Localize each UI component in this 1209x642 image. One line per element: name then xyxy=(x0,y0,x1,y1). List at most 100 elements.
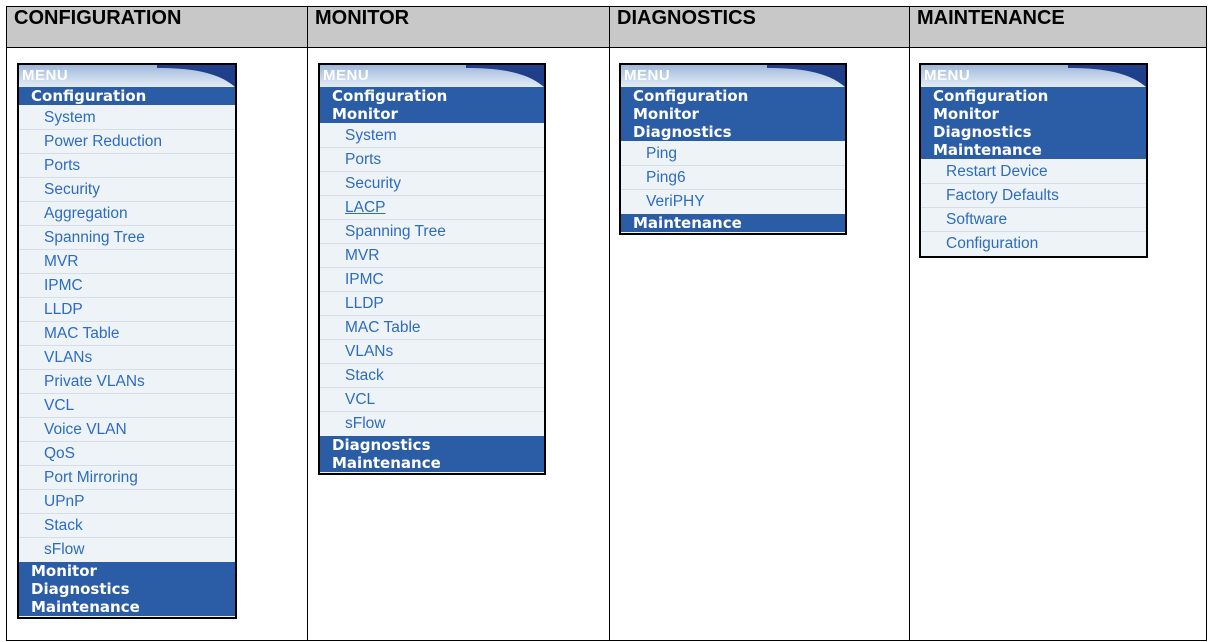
menu-item-label: Security xyxy=(345,175,401,192)
menu-item-security[interactable]: Security xyxy=(320,172,544,196)
menu-item-mvr[interactable]: MVR xyxy=(320,244,544,268)
menu-item-ipmc[interactable]: IPMC xyxy=(19,274,235,298)
menu-section-diagnostics[interactable]: Diagnostics xyxy=(320,436,544,454)
menu-item-label: Stack xyxy=(345,367,384,384)
menu-item-mac-table[interactable]: MAC Table xyxy=(19,322,235,346)
menu-item-label: VLANs xyxy=(44,349,93,366)
menu-section-monitor[interactable]: Monitor xyxy=(621,105,845,123)
menu-item-upnp[interactable]: UPnP xyxy=(19,490,235,514)
menu-item-private-vlans[interactable]: Private VLANs xyxy=(19,370,235,394)
menu-item-veriphy[interactable]: VeriPHY xyxy=(621,190,845,214)
menu-item-label: Spanning Tree xyxy=(44,229,145,246)
menu-item-label: System xyxy=(44,109,96,126)
menu-item-label: Ports xyxy=(345,151,382,168)
column-header-diagnostics: DIAGNOSTICS xyxy=(609,6,910,48)
menu-item-lacp[interactable]: LACP xyxy=(320,196,544,220)
menu-section-diagnostics[interactable]: Diagnostics xyxy=(921,123,1146,141)
menu-item-factory-defaults[interactable]: Factory Defaults xyxy=(921,184,1146,208)
menu-item-label: Ports xyxy=(44,157,81,174)
menu-section-configuration[interactable]: Configuration xyxy=(621,87,845,105)
column-header-monitor: MONITOR xyxy=(307,6,610,48)
menu-section-group: Configuration Monitor Diagnostics xyxy=(621,87,845,142)
menu-item-mac-table[interactable]: MAC Table xyxy=(320,316,544,340)
menu-section-group: Configuration Monitor xyxy=(320,87,544,124)
menu-panel-maintenance: MENU Configuration Monitor Diagnostics Maint… xyxy=(919,63,1148,258)
menu-item-label: MVR xyxy=(44,253,79,270)
menu-item-spanning-tree[interactable]: Spanning Tree xyxy=(320,220,544,244)
menu-section-diagnostics[interactable]: Diagnostics xyxy=(19,580,235,598)
menu-title: MENU xyxy=(924,67,971,84)
menu-item-label: Private VLANs xyxy=(44,373,145,390)
menu-header: MENU xyxy=(19,65,235,87)
menu-section-monitor[interactable]: Monitor xyxy=(19,562,235,580)
menu-item-label: LLDP xyxy=(345,295,384,312)
menu-item-vlans[interactable]: VLANs xyxy=(320,340,544,364)
menu-item-stack[interactable]: Stack xyxy=(320,364,544,388)
menu-item-vcl[interactable]: VCL xyxy=(320,388,544,412)
menu-item-label: sFlow xyxy=(44,541,85,558)
menu-item-ipmc[interactable]: IPMC xyxy=(320,268,544,292)
menu-item-label: Ping xyxy=(646,145,678,162)
menu-item-ping[interactable]: Ping xyxy=(621,142,845,166)
menu-section-configuration[interactable]: Configuration xyxy=(19,87,235,105)
menu-item-mvr[interactable]: MVR xyxy=(19,250,235,274)
menu-header: MENU xyxy=(921,65,1146,87)
menu-item-configuration[interactable]: Configuration xyxy=(921,232,1146,256)
menu-section-diagnostics[interactable]: Diagnostics xyxy=(621,123,845,141)
menu-section-configuration[interactable]: Configuration xyxy=(320,87,544,105)
menu-flap-icon xyxy=(157,65,235,87)
menu-title: MENU xyxy=(323,67,370,84)
menu-section-maintenance[interactable]: Maintenance xyxy=(921,141,1146,159)
menu-item-security[interactable]: Security xyxy=(19,178,235,202)
menu-section-monitor[interactable]: Monitor xyxy=(320,105,544,123)
menu-panel-monitor: MENU Configuration Monitor System Ports Secur… xyxy=(318,63,546,475)
menu-item-spanning-tree[interactable]: Spanning Tree xyxy=(19,226,235,250)
menu-item-label: IPMC xyxy=(345,271,384,288)
menu-item-ports[interactable]: Ports xyxy=(320,148,544,172)
menu-item-system[interactable]: System xyxy=(19,106,235,130)
menu-section-configuration[interactable]: Configuration xyxy=(921,87,1146,105)
menu-panel-diagnostics: MENU Configuration Monitor Diagnostics Ping P… xyxy=(619,63,847,235)
menu-item-label: IPMC xyxy=(44,277,83,294)
menu-item-voice-vlan[interactable]: Voice VLAN xyxy=(19,418,235,442)
menu-item-vcl[interactable]: VCL xyxy=(19,394,235,418)
menu-item-label: System xyxy=(345,127,397,144)
menu-item-label: Power Reduction xyxy=(44,133,163,150)
column-header-maintenance: MAINTENANCE xyxy=(909,6,1207,48)
menu-item-label: Stack xyxy=(44,517,83,534)
menu-item-label: VLANs xyxy=(345,343,394,360)
menu-section-monitor[interactable]: Monitor xyxy=(921,105,1146,123)
menu-item-stack[interactable]: Stack xyxy=(19,514,235,538)
menu-item-label: Spanning Tree xyxy=(345,223,446,240)
menu-item-vlans[interactable]: VLANs xyxy=(19,346,235,370)
menu-flap-icon xyxy=(466,65,544,87)
menu-item-label: Restart Device xyxy=(946,163,1048,180)
menu-item-lldp[interactable]: LLDP xyxy=(320,292,544,316)
menu-item-lldp[interactable]: LLDP xyxy=(19,298,235,322)
menu-item-label: LLDP xyxy=(44,301,83,318)
column-header-configuration: CONFIGURATION xyxy=(6,6,308,48)
menu-item-aggregation[interactable]: Aggregation xyxy=(19,202,235,226)
menu-item-restart-device[interactable]: Restart Device xyxy=(921,160,1146,184)
menu-section-maintenance[interactable]: Maintenance xyxy=(621,214,845,232)
menu-item-ping6[interactable]: Ping6 xyxy=(621,166,845,190)
menu-flap-icon xyxy=(767,65,845,87)
menu-section-maintenance[interactable]: Maintenance xyxy=(19,598,235,616)
menu-item-power-reduction[interactable]: Power Reduction xyxy=(19,130,235,154)
menu-section-group: Configuration Monitor Diagnostics Maintenan… xyxy=(921,87,1146,160)
menu-item-label: Port Mirroring xyxy=(44,469,138,486)
menu-section-group: Configuration xyxy=(19,87,235,106)
menu-item-sflow[interactable]: sFlow xyxy=(19,538,235,562)
menu-item-system[interactable]: System xyxy=(320,124,544,148)
menu-panel-configuration: MENU Configuration System Power Reduction Po… xyxy=(17,63,237,619)
menu-item-qos[interactable]: QoS xyxy=(19,442,235,466)
menu-item-sflow[interactable]: sFlow xyxy=(320,412,544,436)
menu-section-group: Monitor Diagnostics Maintenance xyxy=(19,562,235,617)
menu-item-ports[interactable]: Ports xyxy=(19,154,235,178)
menu-item-label: Configuration xyxy=(946,235,1039,252)
menu-section-maintenance[interactable]: Maintenance xyxy=(320,454,544,472)
menu-title: MENU xyxy=(624,67,671,84)
menu-item-software[interactable]: Software xyxy=(921,208,1146,232)
menu-item-port-mirroring[interactable]: Port Mirroring xyxy=(19,466,235,490)
menu-item-label: MAC Table xyxy=(44,325,120,342)
